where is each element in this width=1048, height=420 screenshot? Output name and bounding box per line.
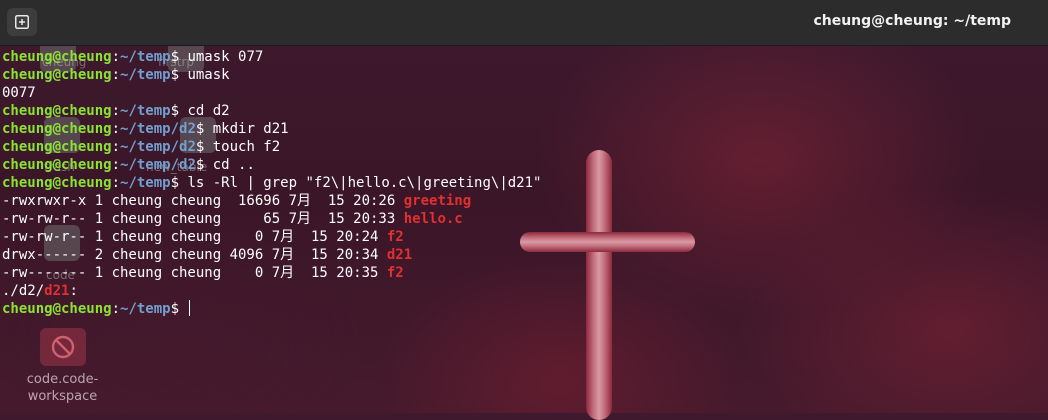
file-name-match: f2 [386, 229, 404, 245]
prompt-separator: : [111, 49, 121, 65]
prompt-symbol: $ [170, 49, 188, 65]
file-name-match: greeting [403, 193, 472, 209]
file-listing-row: -rw------- 1 cheung cheung 0 7月 15 20:35… [2, 264, 1042, 282]
text-cursor [189, 300, 191, 316]
prompt-symbol: $ [195, 157, 213, 173]
prompt-separator: : [111, 67, 121, 83]
prompt-path: ~/temp [120, 49, 171, 65]
command-text: mkdir d21 [212, 121, 289, 137]
command-text: ls -Rl | grep "f2\|hello.c\|greeting\|d2… [187, 175, 542, 191]
desktop-icon-label: code.code- workspace [26, 372, 99, 404]
prompt-user: cheung@cheung [2, 49, 112, 65]
window-title: cheung@cheung: ~/temp [813, 13, 1011, 29]
file-listing-row: -rw-rw-r-- 1 cheung cheung 65 7月 15 20:3… [2, 210, 1042, 228]
file-name-match: f2 [386, 265, 404, 281]
file-name-match: hello.c [403, 211, 463, 227]
output-text: 0077 [2, 85, 36, 101]
terminal-prompt-line: cheung@cheung:~/temp$ umask 077 [2, 48, 1042, 66]
prompt-separator: : [111, 103, 121, 119]
prompt-user: cheung@cheung [2, 175, 112, 191]
terminal-prompt-line: cheung@cheung:~/temp$ ls -Rl | grep "f2\… [2, 174, 1042, 192]
terminal-prompt-line: cheung@cheung:~/temp/d2$ mkdir d21 [2, 120, 1042, 138]
prompt-path: ~/temp [120, 103, 171, 119]
prompt-separator: : [111, 301, 121, 317]
prompt-symbol: $ [170, 103, 188, 119]
command-text: cd .. [212, 157, 255, 173]
file-metadata: -rw------- 1 cheung cheung 0 7月 15 20:35 [2, 265, 387, 281]
terminal-prompt-line: cheung@cheung:~/temp/d2$ cd .. [2, 156, 1042, 174]
command-text: umask [187, 67, 230, 83]
file-metadata: drwx------ 2 cheung cheung 4096 7月 15 20… [2, 247, 387, 263]
prompt-user: cheung@cheung [2, 103, 112, 119]
prompt-path: ~/temp [120, 67, 171, 83]
file-listing-row: -rw-rw-r-- 1 cheung cheung 0 7月 15 20:24… [2, 228, 1042, 246]
prompt-symbol: $ [195, 121, 213, 137]
command-text: touch f2 [212, 139, 281, 155]
prompt-user: cheung@cheung [2, 301, 112, 317]
prompt-separator: : [111, 157, 121, 173]
prompt-user: cheung@cheung [2, 139, 112, 155]
new-tab-icon [15, 15, 29, 29]
new-tab-button[interactable] [7, 8, 37, 36]
prompt-user: cheung@cheung [2, 157, 112, 173]
prompt-path: ~/temp/d2 [120, 121, 196, 137]
terminal-prompt-line: cheung@cheung:~/temp$ [2, 300, 1042, 318]
prompt-user: cheung@cheung [2, 67, 112, 83]
terminal-prompt-line: cheung@cheung:~/temp$ umask [2, 66, 1042, 84]
prompt-path: ~/temp [120, 301, 171, 317]
no-entry-icon [39, 328, 86, 366]
desktop-icon-code-workspace[interactable]: code.code- workspace [15, 328, 110, 405]
terminal-header-bar: cheung@cheung: ~/temp [0, 0, 1048, 46]
prompt-path: ~/temp [120, 175, 171, 191]
prompt-symbol: $ [195, 139, 213, 155]
terminal-output[interactable]: cheung@cheung:~/temp$ umask 077 cheung@ch… [2, 48, 1042, 318]
dir-name-match: d21 [44, 283, 70, 299]
file-metadata: -rwxrwxr-x 1 cheung cheung 16696 7月 15 2… [2, 193, 404, 209]
file-name-match: d21 [386, 247, 413, 263]
prompt-separator: : [111, 139, 121, 155]
prompt-path: ~/temp/d2 [120, 139, 196, 155]
dir-path-suffix: : [69, 283, 78, 299]
prompt-symbol: $ [170, 175, 188, 191]
command-text: umask 077 [187, 49, 264, 65]
file-listing-row: drwx------ 2 cheung cheung 4096 7月 15 20… [2, 246, 1042, 264]
dir-path-prefix: ./d2/ [2, 283, 45, 299]
prompt-user: cheung@cheung [2, 121, 112, 137]
prompt-symbol: $ [170, 301, 188, 317]
prompt-separator: : [111, 175, 121, 191]
file-metadata: -rw-rw-r-- 1 cheung cheung 65 7月 15 20:3… [2, 211, 404, 227]
file-metadata: -rw-rw-r-- 1 cheung cheung 0 7月 15 20:24 [2, 229, 387, 245]
command-text: cd d2 [187, 103, 230, 119]
terminal-prompt-line: cheung@cheung:~/temp/d2$ touch f2 [2, 138, 1042, 156]
file-listing-row: -rwxrwxr-x 1 cheung cheung 16696 7月 15 2… [2, 192, 1042, 210]
terminal-output-line: 0077 [2, 84, 1042, 102]
directory-path-line: ./d2/d21: [2, 282, 1042, 300]
prompt-separator: : [111, 121, 121, 137]
prompt-path: ~/temp/d2 [120, 157, 196, 173]
prompt-symbol: $ [170, 67, 188, 83]
terminal-prompt-line: cheung@cheung:~/temp$ cd d2 [2, 102, 1042, 120]
